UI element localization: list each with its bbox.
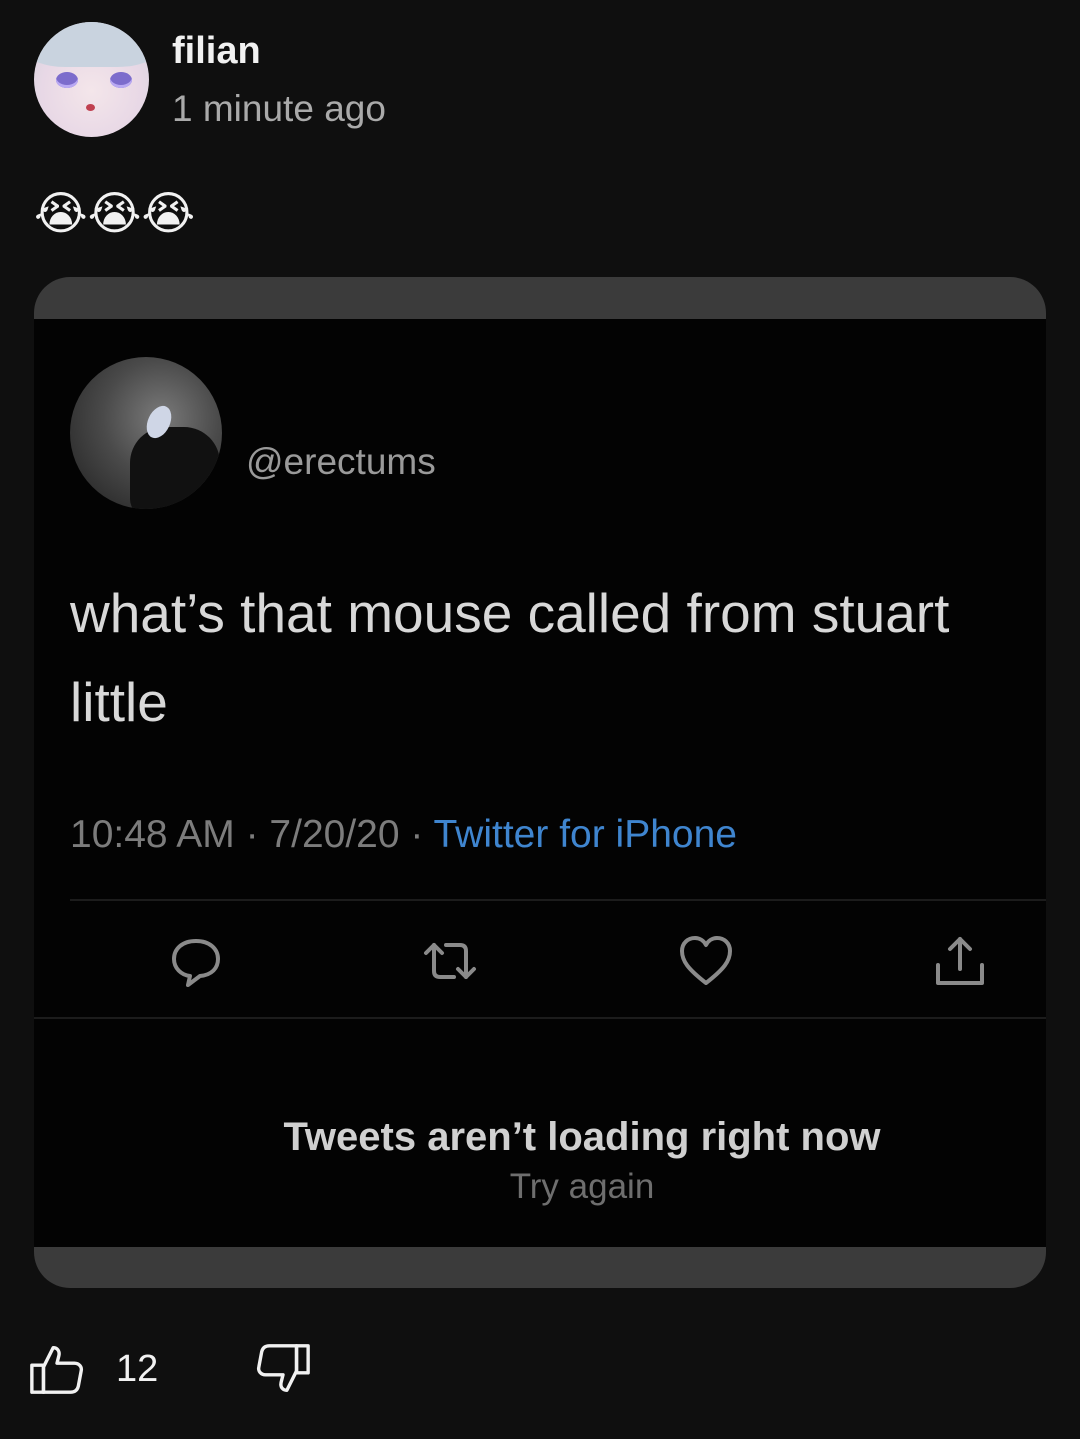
- try-again-link: Try again: [509, 1167, 655, 1206]
- heart-icon: [676, 931, 736, 991]
- comment-post: filian 1 minute ago 😭😭😭 @erectums what’s…: [0, 0, 1080, 1439]
- author-name[interactable]: filian: [172, 30, 261, 73]
- attached-image[interactable]: @erectums what’s that mouse called from …: [34, 277, 1046, 1288]
- post-text: 😭😭😭: [34, 186, 196, 240]
- tweet-divider: [70, 899, 1046, 901]
- tweet-divider-bottom: [34, 1017, 1046, 1019]
- upvote-count: 12: [116, 1348, 159, 1390]
- tweet-time-date: 10:48 AM · 7/20/20 ·: [70, 813, 434, 856]
- author-avatar[interactable]: [34, 22, 149, 137]
- tweet-avatar: [70, 357, 222, 509]
- tweet-meta: 10:48 AM · 7/20/20 · Twitter for iPhone: [70, 813, 737, 857]
- post-timestamp: 1 minute ago: [172, 88, 386, 129]
- tweet-screenshot: @erectums what’s that mouse called from …: [34, 319, 1046, 1247]
- retweet-icon: [420, 931, 480, 991]
- error-message: Tweets aren’t loading right now: [283, 1115, 881, 1159]
- thumbs-down-icon[interactable]: [254, 1340, 314, 1400]
- share-icon: [930, 931, 990, 991]
- reply-icon: [166, 931, 226, 991]
- tweet-source: Twitter for iPhone: [433, 813, 737, 856]
- tweet-body: what’s that mouse called from stuart lit…: [70, 582, 950, 733]
- tweet-handle: @erectums: [246, 441, 436, 482]
- thumbs-up-icon[interactable]: [28, 1340, 88, 1400]
